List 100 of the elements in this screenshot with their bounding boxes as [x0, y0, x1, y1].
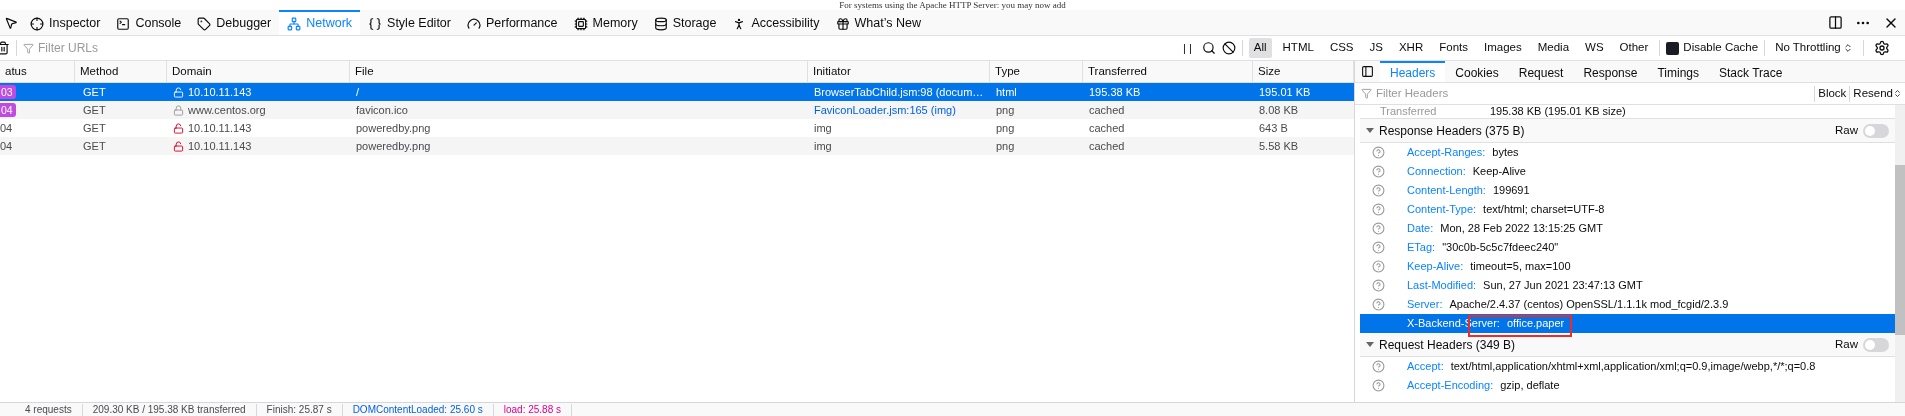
header-name: Keep-Alive: — [1407, 259, 1464, 275]
type-filter-button[interactable]: CSS — [1324, 38, 1359, 58]
devtools-tab[interactable]: What’s New — [827, 10, 929, 35]
header-row[interactable]: Accept: text/html,application/xhtml+xml,application/xml;q=0.9,image/webp,*/*;q=0.8 — [1360, 357, 1895, 376]
column-header[interactable]: Initiator — [808, 61, 990, 82]
header-name: Date: — [1407, 221, 1434, 237]
dock-icon[interactable] — [1828, 15, 1843, 30]
type-filter-button[interactable]: Other — [1614, 38, 1654, 58]
pause-button[interactable]: | | — [1179, 39, 1196, 57]
expand-arrow-icon[interactable] — [1366, 128, 1374, 133]
header-row[interactable]: ETag: "30c0b-5c5c7fdeec240" — [1360, 238, 1895, 257]
section-title[interactable]: Response Headers (375 B) — [1379, 121, 1525, 140]
table-cell-text: poweredby.png — [355, 120, 432, 136]
section-title[interactable]: Request Headers (349 B) — [1379, 335, 1516, 354]
help-icon[interactable] — [1372, 184, 1385, 197]
details-tab[interactable]: Request — [1508, 61, 1574, 82]
header-value: timeout=5, max=100 — [1470, 259, 1571, 275]
request-row[interactable]: 04 GET 10.10.11.143 poweredby.png img png cached 5.58 KB — [0, 137, 1354, 155]
devtools-tab[interactable]: Performance — [458, 10, 566, 35]
column-header[interactable]: Transferred — [1083, 61, 1253, 82]
type-filter-button[interactable]: WS — [1580, 38, 1609, 58]
network-icon — [287, 16, 302, 31]
resend-button[interactable]: Resend — [1850, 84, 1905, 103]
header-name: Accept-Encoding: — [1407, 378, 1494, 394]
devtools-tab[interactable]: Console — [108, 10, 190, 35]
details-tab[interactable]: Timings — [1647, 61, 1710, 82]
column-header[interactable]: File — [350, 61, 808, 82]
header-row[interactable]: Keep-Alive: timeout=5, max=100 — [1360, 257, 1895, 276]
help-icon[interactable] — [1372, 379, 1385, 392]
raw-label: Raw — [1835, 336, 1858, 352]
column-header[interactable]: atus — [0, 61, 75, 82]
scrollbar[interactable] — [1895, 105, 1905, 402]
throttling-dropdown[interactable]: No Throttling — [1771, 39, 1857, 57]
help-icon[interactable] — [1372, 279, 1385, 292]
pick-element-icon[interactable] — [4, 15, 18, 30]
details-tab[interactable]: Stack Trace — [1709, 61, 1793, 82]
table-cell-text: 195.01 KB — [1258, 84, 1312, 100]
status-text: DOMContentLoaded: 25.60 s — [352, 403, 494, 416]
devtools-tab[interactable]: Storage — [645, 10, 725, 35]
help-icon[interactable] — [1372, 241, 1385, 254]
type-filter-button[interactable]: HTML — [1277, 38, 1319, 58]
terminal-icon — [116, 16, 131, 31]
initiator-link[interactable]: FaviconLoader.jsm:165 (img) — [814, 101, 956, 119]
raw-toggle[interactable] — [1863, 337, 1889, 352]
devtools-tab[interactable]: Network — [279, 10, 361, 35]
help-icon[interactable] — [1372, 165, 1385, 178]
raw-toggle[interactable] — [1863, 123, 1889, 138]
table-cell-text: 5.58 KB — [1258, 138, 1300, 154]
header-row[interactable]: Last-Modified: Sun, 27 Jun 2021 23:47:13 GMT — [1360, 276, 1895, 295]
expand-arrow-icon[interactable] — [1366, 342, 1374, 347]
gift-icon — [835, 16, 850, 31]
devtools-tab[interactable]: Style Editor — [360, 10, 459, 35]
header-row[interactable]: Server: Apache/2.4.37 (centos) OpenSSL/1.1.1k mod_fcgid/2.3.9 — [1360, 295, 1895, 314]
help-icon[interactable] — [1372, 298, 1385, 311]
header-row[interactable]: Date: Mon, 28 Feb 2022 13:15:25 GMT — [1360, 219, 1895, 238]
devtools-tab[interactable]: Accessibility — [724, 10, 828, 35]
checkbox[interactable] — [1666, 41, 1680, 55]
header-row[interactable]: Content-Type: text/html; charset=UTF-8 — [1360, 200, 1895, 219]
request-row[interactable]: 04 GET www.centos.org favicon.ico FaviconLoader.jsm:165 (img) png cached 8.08 KB — [0, 101, 1354, 119]
type-filter-button[interactable]: XHR — [1393, 38, 1429, 58]
devtools-tab[interactable]: Inspector — [22, 10, 109, 35]
column-header[interactable]: Type — [990, 61, 1083, 82]
header-name: Connection: — [1407, 164, 1466, 180]
clear-icon[interactable] — [1221, 41, 1236, 55]
header-row[interactable]: Connection: Keep-Alive — [1360, 162, 1895, 181]
details-tab[interactable]: Response — [1573, 61, 1648, 82]
search-icon[interactable] — [1201, 41, 1216, 55]
table-cell-text: cached — [1088, 138, 1126, 154]
column-header[interactable]: Size — [1253, 61, 1354, 82]
devtools-tab[interactable]: Debugger — [189, 10, 280, 35]
details-tab[interactable]: Headers — [1380, 61, 1446, 82]
page-text: For systems using the Apache HTTP Server: you may now add — [839, 0, 1066, 10]
help-icon[interactable] — [1372, 222, 1385, 235]
column-header[interactable]: Domain — [167, 61, 350, 82]
type-filter-button[interactable]: Images — [1479, 38, 1527, 58]
request-row[interactable]: 03 GET 10.10.11.143 / BrowserTabChild.jsm:98 (docum… html 195.38 KB 195.01 KB — [0, 83, 1354, 101]
table-cell-text: 643 B — [1258, 120, 1289, 136]
filter-headers-field[interactable]: Filter Headers — [1376, 84, 1809, 103]
settings-icon[interactable] — [1873, 40, 1890, 56]
help-icon[interactable] — [1372, 260, 1385, 273]
help-icon[interactable] — [1372, 360, 1385, 373]
block-button[interactable]: Block — [1815, 84, 1850, 103]
column-header[interactable]: Method — [75, 61, 167, 82]
header-value: text/html,application/xhtml+xml,application/xml;q=0.9,image/webp,*/*;q=0.8 — [1450, 359, 1816, 375]
devtools-tab[interactable]: Memory — [565, 10, 646, 35]
table-cell-text: www.centos.org — [188, 102, 266, 118]
header-row[interactable]: Accept-Encoding: gzip, deflate — [1360, 376, 1895, 395]
filter-urls-field[interactable]: Filter URLs — [38, 39, 1173, 57]
type-filter-button[interactable]: Fonts — [1434, 38, 1473, 58]
type-filter-button[interactable]: JS — [1364, 38, 1388, 58]
header-row[interactable]: Content-Length: 199691 — [1360, 181, 1895, 200]
details-tab[interactable]: Cookies — [1445, 61, 1509, 82]
help-icon[interactable] — [1372, 203, 1385, 216]
header-row[interactable]: Accept-Ranges: bytes — [1360, 143, 1895, 162]
help-icon[interactable] — [1372, 146, 1385, 159]
panel-icon[interactable] — [1361, 65, 1374, 78]
type-filter-button[interactable]: Media — [1532, 38, 1575, 58]
status-code: 04 — [0, 138, 13, 154]
type-filter-button[interactable]: All — [1248, 38, 1272, 58]
trash-icon[interactable] — [0, 41, 10, 55]
